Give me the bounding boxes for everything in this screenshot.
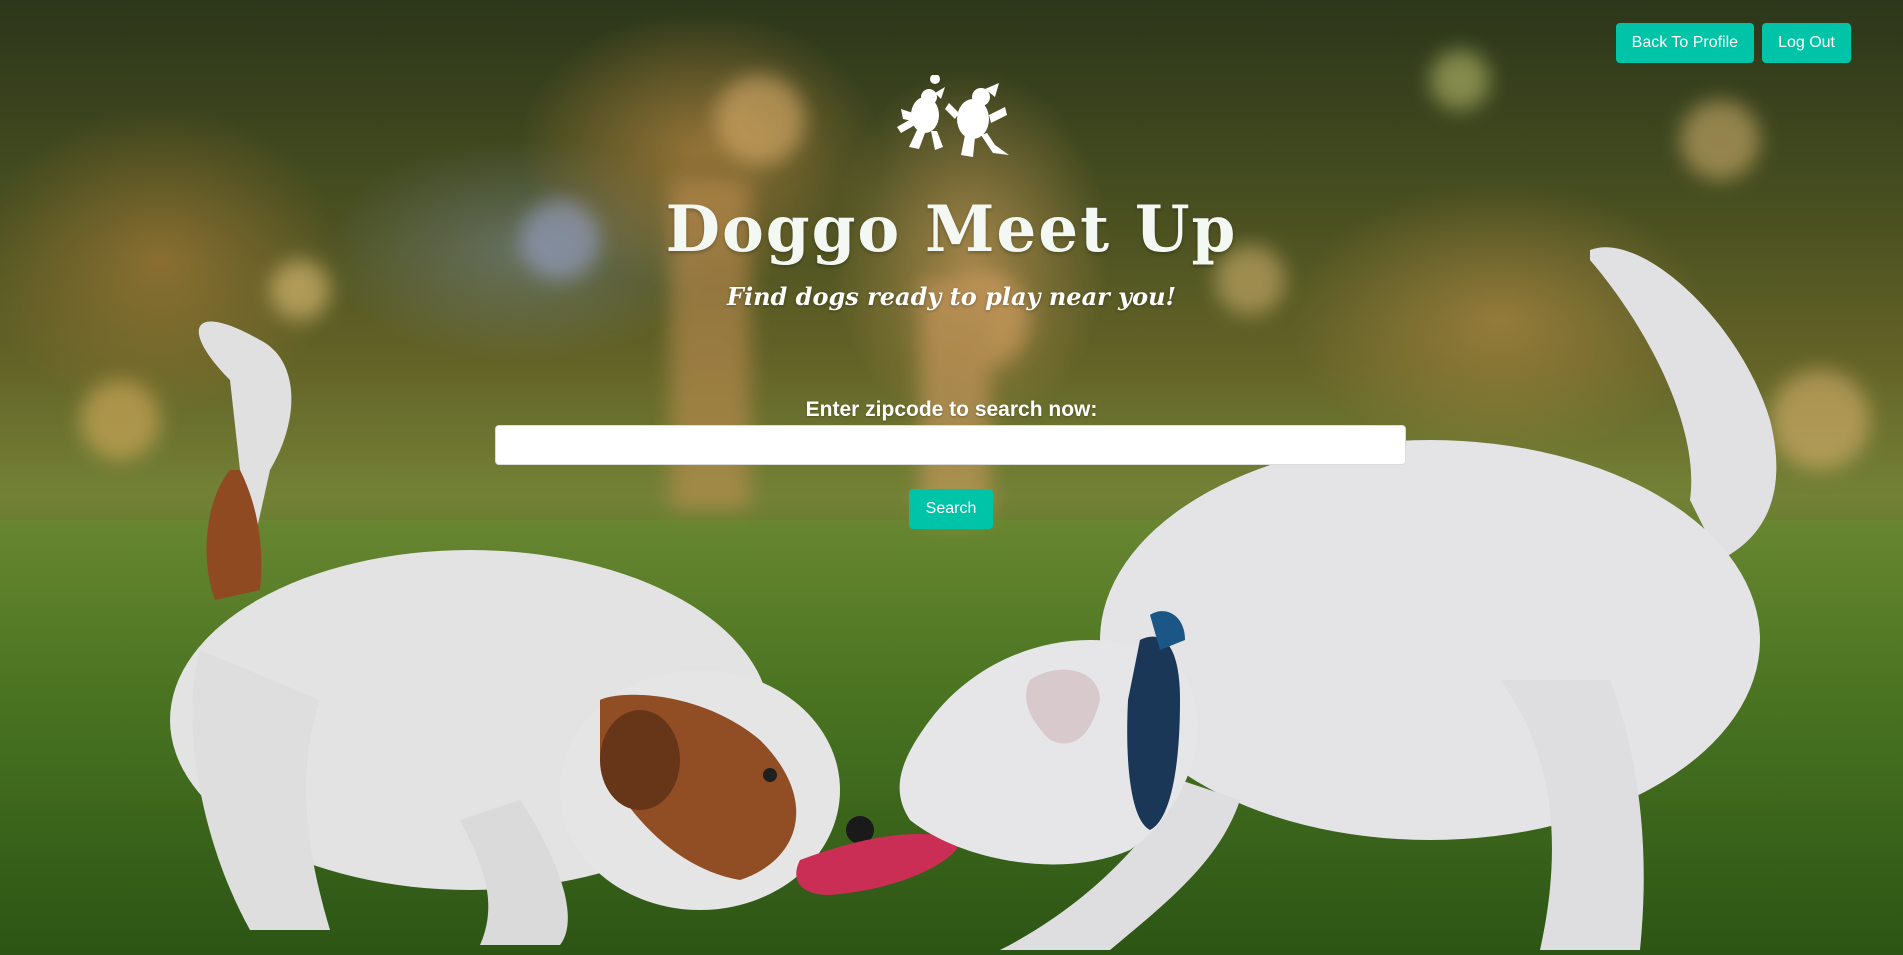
search-button[interactable]: Search: [909, 489, 993, 529]
log-out-button[interactable]: Log Out: [1762, 23, 1851, 63]
zipcode-input[interactable]: [495, 425, 1406, 465]
page-subtitle: Find dogs ready to play near you!: [726, 282, 1177, 311]
zipcode-label: Enter zipcode to search now:: [805, 398, 1098, 421]
right-dog-shape: [899, 247, 1777, 950]
hero-section: Back To Profile Log Out Doggo Meet Up Fi…: [0, 0, 1903, 955]
back-to-profile-button[interactable]: Back To Profile: [1615, 23, 1755, 63]
header-actions: Back To Profile Log Out: [1615, 23, 1851, 63]
dancing-dogs-icon: [897, 75, 1009, 157]
page-title: Doggo Meet Up: [665, 192, 1238, 267]
